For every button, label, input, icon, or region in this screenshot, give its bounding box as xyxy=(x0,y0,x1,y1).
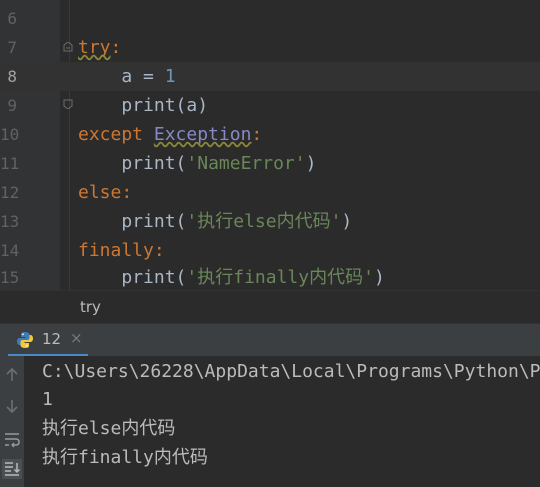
code-text: finally: xyxy=(78,236,165,265)
line-number: 14 xyxy=(0,241,20,260)
colon: : xyxy=(121,182,133,203)
fold-marker-icon[interactable] xyxy=(63,42,73,52)
run-console[interactable]: C:\Users\26228\AppData\Local\Programs\Py… xyxy=(24,356,540,487)
breadcrumb-item-try[interactable]: try xyxy=(80,298,101,316)
close-icon[interactable]: × xyxy=(70,329,83,347)
code-text: try: xyxy=(78,33,121,62)
close-paren: ) xyxy=(373,267,385,288)
run-side-toolbar xyxy=(0,356,25,487)
builtin-print: print xyxy=(121,95,176,116)
line-number: 12 xyxy=(0,183,20,202)
code-text: print('执行finally内代码') xyxy=(78,263,385,290)
code-line[interactable]: 14 finally: xyxy=(0,236,540,265)
code-line[interactable]: 7 try: xyxy=(0,33,540,62)
keyword-except: except xyxy=(78,124,144,145)
console-line: 执行finally内代码 xyxy=(42,447,208,468)
code-text: print('执行else内代码') xyxy=(78,207,352,236)
fold-end-icon[interactable] xyxy=(63,99,73,109)
arrow-up-icon[interactable] xyxy=(2,365,22,385)
string-literal: 'NameError' xyxy=(186,153,306,174)
breadcrumb[interactable]: try xyxy=(0,290,540,324)
run-tab[interactable]: 12 × xyxy=(8,324,88,357)
line-number: 10 xyxy=(0,125,20,144)
line-number: 7 xyxy=(7,38,17,57)
close-paren: ) xyxy=(341,211,353,232)
code-line[interactable]: 9 print(a) xyxy=(0,91,540,120)
keyword-finally: finally xyxy=(78,240,154,261)
number-literal: 1 xyxy=(164,66,176,87)
python-icon xyxy=(17,332,33,348)
scroll-to-end-icon[interactable] xyxy=(2,459,22,479)
code-editor[interactable]: 6 7 try: 8 a = 1 9 print(a) 10 except Ex… xyxy=(0,0,540,290)
code-text: print('NameError') xyxy=(78,149,316,178)
code-line[interactable]: 6 xyxy=(0,4,540,33)
builtin-print: print xyxy=(121,211,176,232)
builtin-print: print xyxy=(121,153,176,174)
code-line[interactable]: 13 print('执行else内代码') xyxy=(0,207,540,236)
code-line[interactable]: 11 print('NameError') xyxy=(0,149,540,178)
run-tab-label: 12 xyxy=(42,330,62,348)
string-literal: '执行else内代码' xyxy=(186,211,342,232)
open-paren: ( xyxy=(175,211,187,232)
code-line[interactable]: 10 except Exception: xyxy=(0,120,540,149)
call-args: (a) xyxy=(175,95,209,116)
colon: : xyxy=(153,240,165,261)
code-text: print(a) xyxy=(78,91,208,120)
colon: : xyxy=(251,124,263,145)
code-text: a = 1 xyxy=(78,62,176,91)
arrow-down-icon[interactable] xyxy=(2,396,22,416)
code-line-current[interactable]: 8 a = 1 xyxy=(0,62,540,91)
keyword-try: try xyxy=(78,37,111,58)
code-line[interactable]: 12 else: xyxy=(0,178,540,207)
builtin-print: print xyxy=(121,267,176,288)
close-paren: ) xyxy=(305,153,317,174)
colon: : xyxy=(110,37,122,58)
assignment: a = xyxy=(121,66,165,87)
console-line: 1 xyxy=(42,389,53,410)
string-literal: '执行finally内代码' xyxy=(186,267,374,288)
console-line: C:\Users\26228\AppData\Local\Programs\Py… xyxy=(42,361,540,382)
open-paren: ( xyxy=(175,153,187,174)
code-text: except Exception: xyxy=(78,120,262,149)
code-line[interactable]: 15 print('执行finally内代码') xyxy=(0,263,540,290)
line-number: 15 xyxy=(0,268,20,287)
line-number: 13 xyxy=(0,212,20,231)
code-text: else: xyxy=(78,178,132,207)
soft-wrap-icon[interactable] xyxy=(2,429,22,449)
keyword-else: else xyxy=(78,182,122,203)
line-number: 6 xyxy=(7,9,17,28)
open-paren: ( xyxy=(175,267,187,288)
line-number: 9 xyxy=(7,96,17,115)
console-line: 执行else内代码 xyxy=(42,418,176,439)
line-number: 11 xyxy=(0,154,20,173)
class-exception: Exception xyxy=(153,124,252,145)
line-number: 8 xyxy=(7,67,17,86)
run-tool-window-header: 12 × xyxy=(0,323,540,357)
